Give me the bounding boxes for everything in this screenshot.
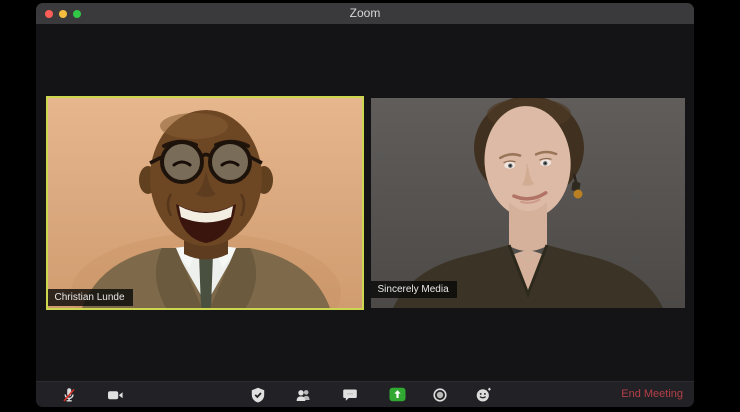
share-screen-button[interactable] — [385, 382, 409, 407]
participants-icon — [296, 389, 310, 401]
chat-icon — [343, 389, 357, 401]
window-titlebar: Zoom — [36, 3, 694, 24]
participant-video-sincerely-media — [370, 97, 685, 308]
window-title: Zoom — [349, 6, 381, 20]
video-button[interactable] — [103, 382, 127, 407]
participant-video-christian-lunde — [47, 97, 362, 308]
end-meeting-button[interactable]: End Meeting — [621, 382, 683, 407]
security-button[interactable] — [246, 382, 270, 407]
video-gallery: Christian Lunde Sincerely Media — [36, 24, 694, 381]
record-icon — [433, 387, 447, 402]
record-button[interactable] — [428, 382, 452, 407]
video-tile-christian-lunde[interactable]: Christian Lunde — [45, 95, 364, 310]
video-tile-sincerely-media[interactable]: Sincerely Media — [370, 97, 685, 308]
meeting-toolbar: End Meeting — [36, 381, 694, 407]
mute-button[interactable] — [57, 382, 81, 407]
participant-name-label: Sincerely Media — [370, 280, 457, 298]
participants-button[interactable] — [291, 382, 315, 407]
zoom-window: Zoom Christian Lunde Sincerely Media End… — [36, 3, 694, 407]
security-shield-icon — [251, 387, 265, 402]
reactions-icon — [476, 387, 491, 401]
reactions-button[interactable] — [471, 382, 495, 407]
participant-name-label: Christian Lunde — [47, 288, 133, 306]
video-camera-icon — [107, 390, 123, 399]
share-screen-icon — [389, 387, 405, 402]
chat-button[interactable] — [338, 382, 362, 407]
microphone-muted-icon — [63, 387, 75, 402]
